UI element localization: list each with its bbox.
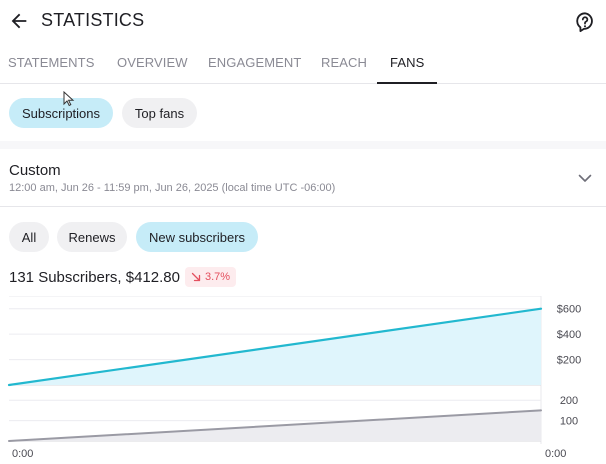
y-tick-label: $600 bbox=[557, 304, 581, 316]
subscribers-summary: 131 Subscribers, $412.80 bbox=[9, 269, 180, 286]
tab-overview[interactable]: OVERVIEW bbox=[117, 55, 188, 70]
date-range-label: Custom bbox=[9, 162, 61, 179]
date-range-selector[interactable]: Custom 12:00 am, Jun 26 - 11:59 pm, Jun … bbox=[0, 149, 606, 207]
chip-subscriptions[interactable]: Subscriptions bbox=[9, 98, 113, 128]
help-bubble-icon[interactable] bbox=[574, 11, 596, 33]
arrow-left-icon[interactable] bbox=[8, 10, 30, 32]
tab-engagement[interactable]: ENGAGEMENT bbox=[208, 55, 301, 70]
active-tab-indicator bbox=[377, 82, 437, 84]
page-title: STATISTICS bbox=[41, 10, 145, 30]
date-range-detail: 12:00 am, Jun 26 - 11:59 pm, Jun 26, 202… bbox=[9, 182, 336, 194]
tab-reach[interactable]: REACH bbox=[321, 55, 367, 70]
tab-bar: STATEMENTS OVERVIEW ENGAGEMENT REACH FAN… bbox=[0, 44, 606, 84]
y-tick-label: $200 bbox=[557, 355, 581, 367]
chip-renews[interactable]: Renews bbox=[57, 222, 127, 252]
y-tick-label: $400 bbox=[557, 329, 581, 341]
y-tick-label: 200 bbox=[560, 395, 578, 407]
app-header: STATISTICS bbox=[0, 0, 606, 44]
chevron-down-icon[interactable] bbox=[577, 170, 593, 186]
y-tick-label: 100 bbox=[560, 416, 578, 428]
subscribers-chart: $600 $400 $200 200 100 0:00 0:00 bbox=[7, 296, 581, 460]
trend-percent: 3.7% bbox=[205, 271, 231, 283]
x-tick-label: 0:00 bbox=[545, 448, 566, 460]
chip-all[interactable]: All bbox=[9, 222, 49, 252]
tab-statements[interactable]: STATEMENTS bbox=[8, 55, 94, 70]
section-divider bbox=[0, 141, 606, 149]
x-tick-label: 0:00 bbox=[12, 448, 33, 460]
tab-fans[interactable]: FANS bbox=[390, 55, 424, 70]
trend-badge: 3.7% bbox=[185, 267, 237, 287]
chip-top-fans[interactable]: Top fans bbox=[122, 98, 197, 128]
chip-new-subscribers[interactable]: New subscribers bbox=[136, 222, 258, 252]
arrow-down-right-icon bbox=[191, 272, 201, 282]
